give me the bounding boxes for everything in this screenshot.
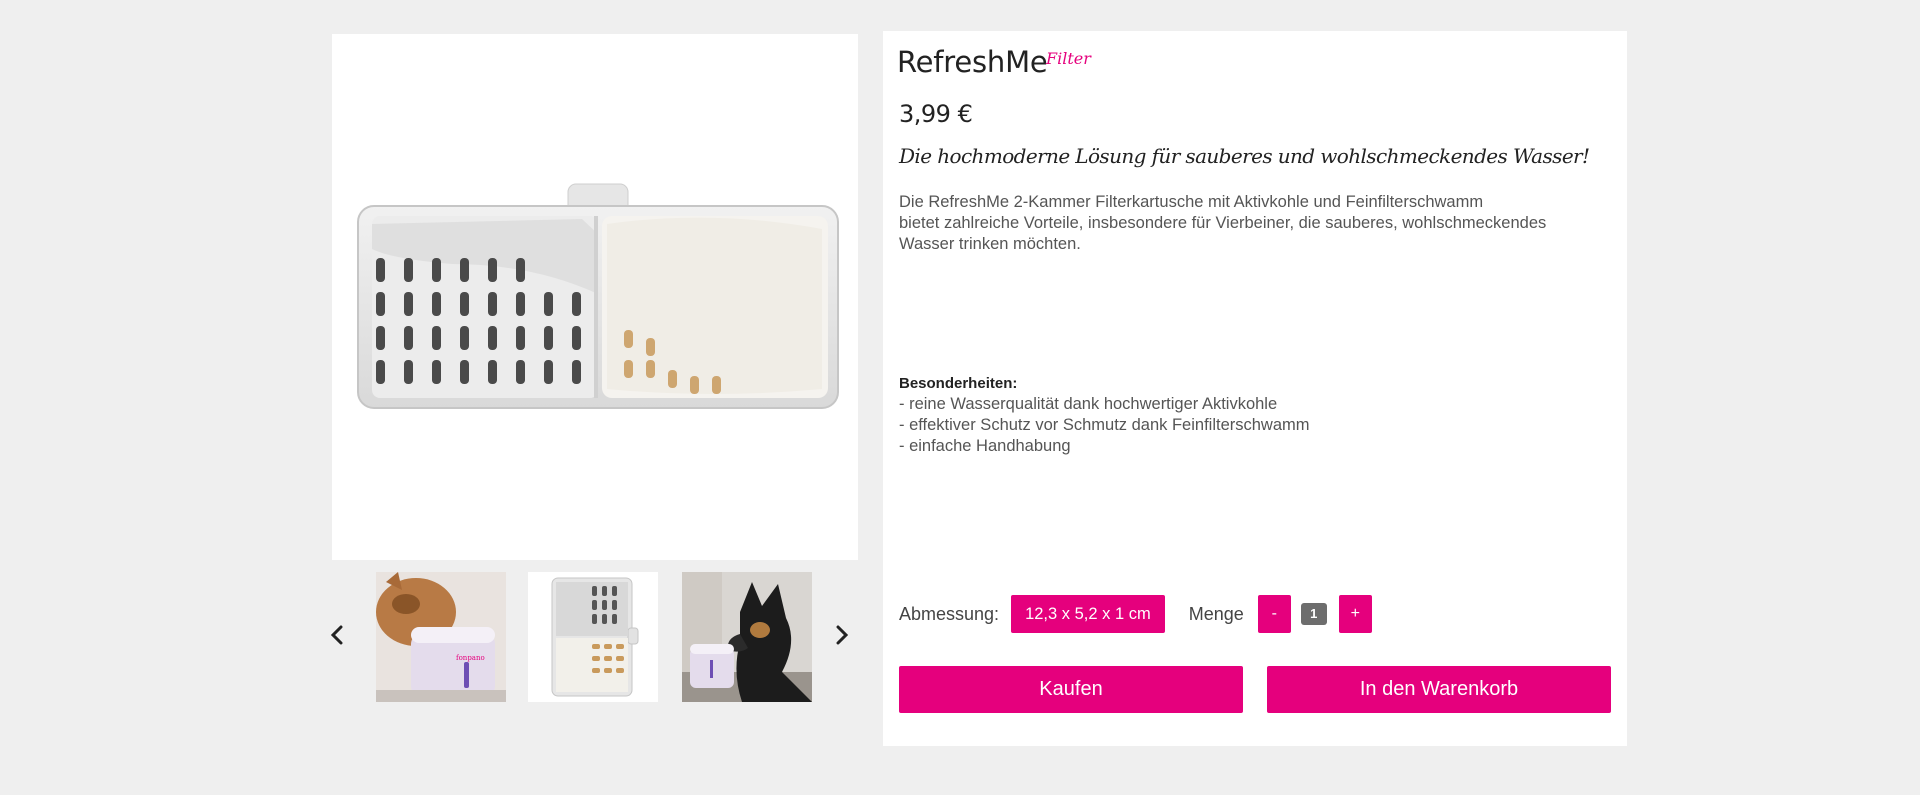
dimension-label: Abmessung: — [899, 603, 1000, 624]
carousel-prev-button[interactable] — [325, 620, 349, 654]
thumbnail-cat-fountain[interactable]: fonpano — [376, 572, 506, 702]
description-line: bietet zahlreiche Vorteile, insbesondere… — [899, 214, 1547, 232]
chevron-right-icon — [835, 625, 849, 649]
thumbnail-dog-fountain[interactable] — [682, 572, 812, 702]
feature-item: - einfache Handhabung — [899, 437, 1071, 455]
product-features: Besonderheiten: - reine Wasserqualität d… — [899, 373, 1599, 457]
filter-cartridge-illustration — [357, 183, 839, 409]
features-heading: Besonderheiten: — [899, 375, 1018, 392]
filter-cartridge-thumb-image — [528, 572, 658, 702]
product-title-tag: Filter — [1046, 49, 1091, 68]
description-line: Die RefreshMe 2-Kammer Filterkartusche m… — [899, 193, 1484, 211]
product-price: 3,99 € — [899, 100, 973, 128]
chevron-left-icon — [330, 625, 344, 649]
feature-item: - reine Wasserqualität dank hochwertiger… — [899, 395, 1278, 413]
quantity-increase-button[interactable]: + — [1338, 595, 1372, 633]
options-row: Abmessung: 12,3 x 5,2 x 1 cm Menge - 1 + — [899, 595, 1372, 633]
thumbnail-filter-cartridge[interactable] — [528, 572, 658, 702]
buy-now-button[interactable]: Kaufen — [899, 666, 1243, 713]
product-title-row: RefreshMe Filter — [897, 45, 1091, 79]
quantity-value: 1 — [1300, 603, 1327, 625]
main-product-image[interactable] — [332, 34, 858, 560]
product-description: Die RefreshMe 2-Kammer Filterkartusche m… — [899, 192, 1599, 255]
thumbnail-carousel: fonpano — [325, 572, 855, 702]
quantity-label: Menge — [1188, 603, 1244, 624]
product-title: RefreshMe — [897, 45, 1048, 79]
product-slogan: Die hochmoderne Lösung für sauberes und … — [899, 144, 1590, 168]
product-info-panel: RefreshMe Filter 3,99 € Die hochmoderne … — [883, 31, 1627, 746]
svg-text:fonpano: fonpano — [456, 654, 485, 662]
carousel-next-button[interactable] — [830, 620, 854, 654]
add-to-cart-button[interactable]: In den Warenkorb — [1267, 666, 1611, 713]
description-line: Wasser trinken möchten. — [899, 235, 1081, 253]
quantity-decrease-button[interactable]: - — [1257, 595, 1291, 633]
dimension-option-button[interactable]: 12,3 x 5,2 x 1 cm — [1011, 595, 1165, 633]
cat-fountain-image: fonpano — [376, 572, 506, 702]
dog-fountain-image — [682, 572, 812, 702]
feature-item: - effektiver Schutz vor Schmutz dank Fei… — [899, 416, 1310, 434]
